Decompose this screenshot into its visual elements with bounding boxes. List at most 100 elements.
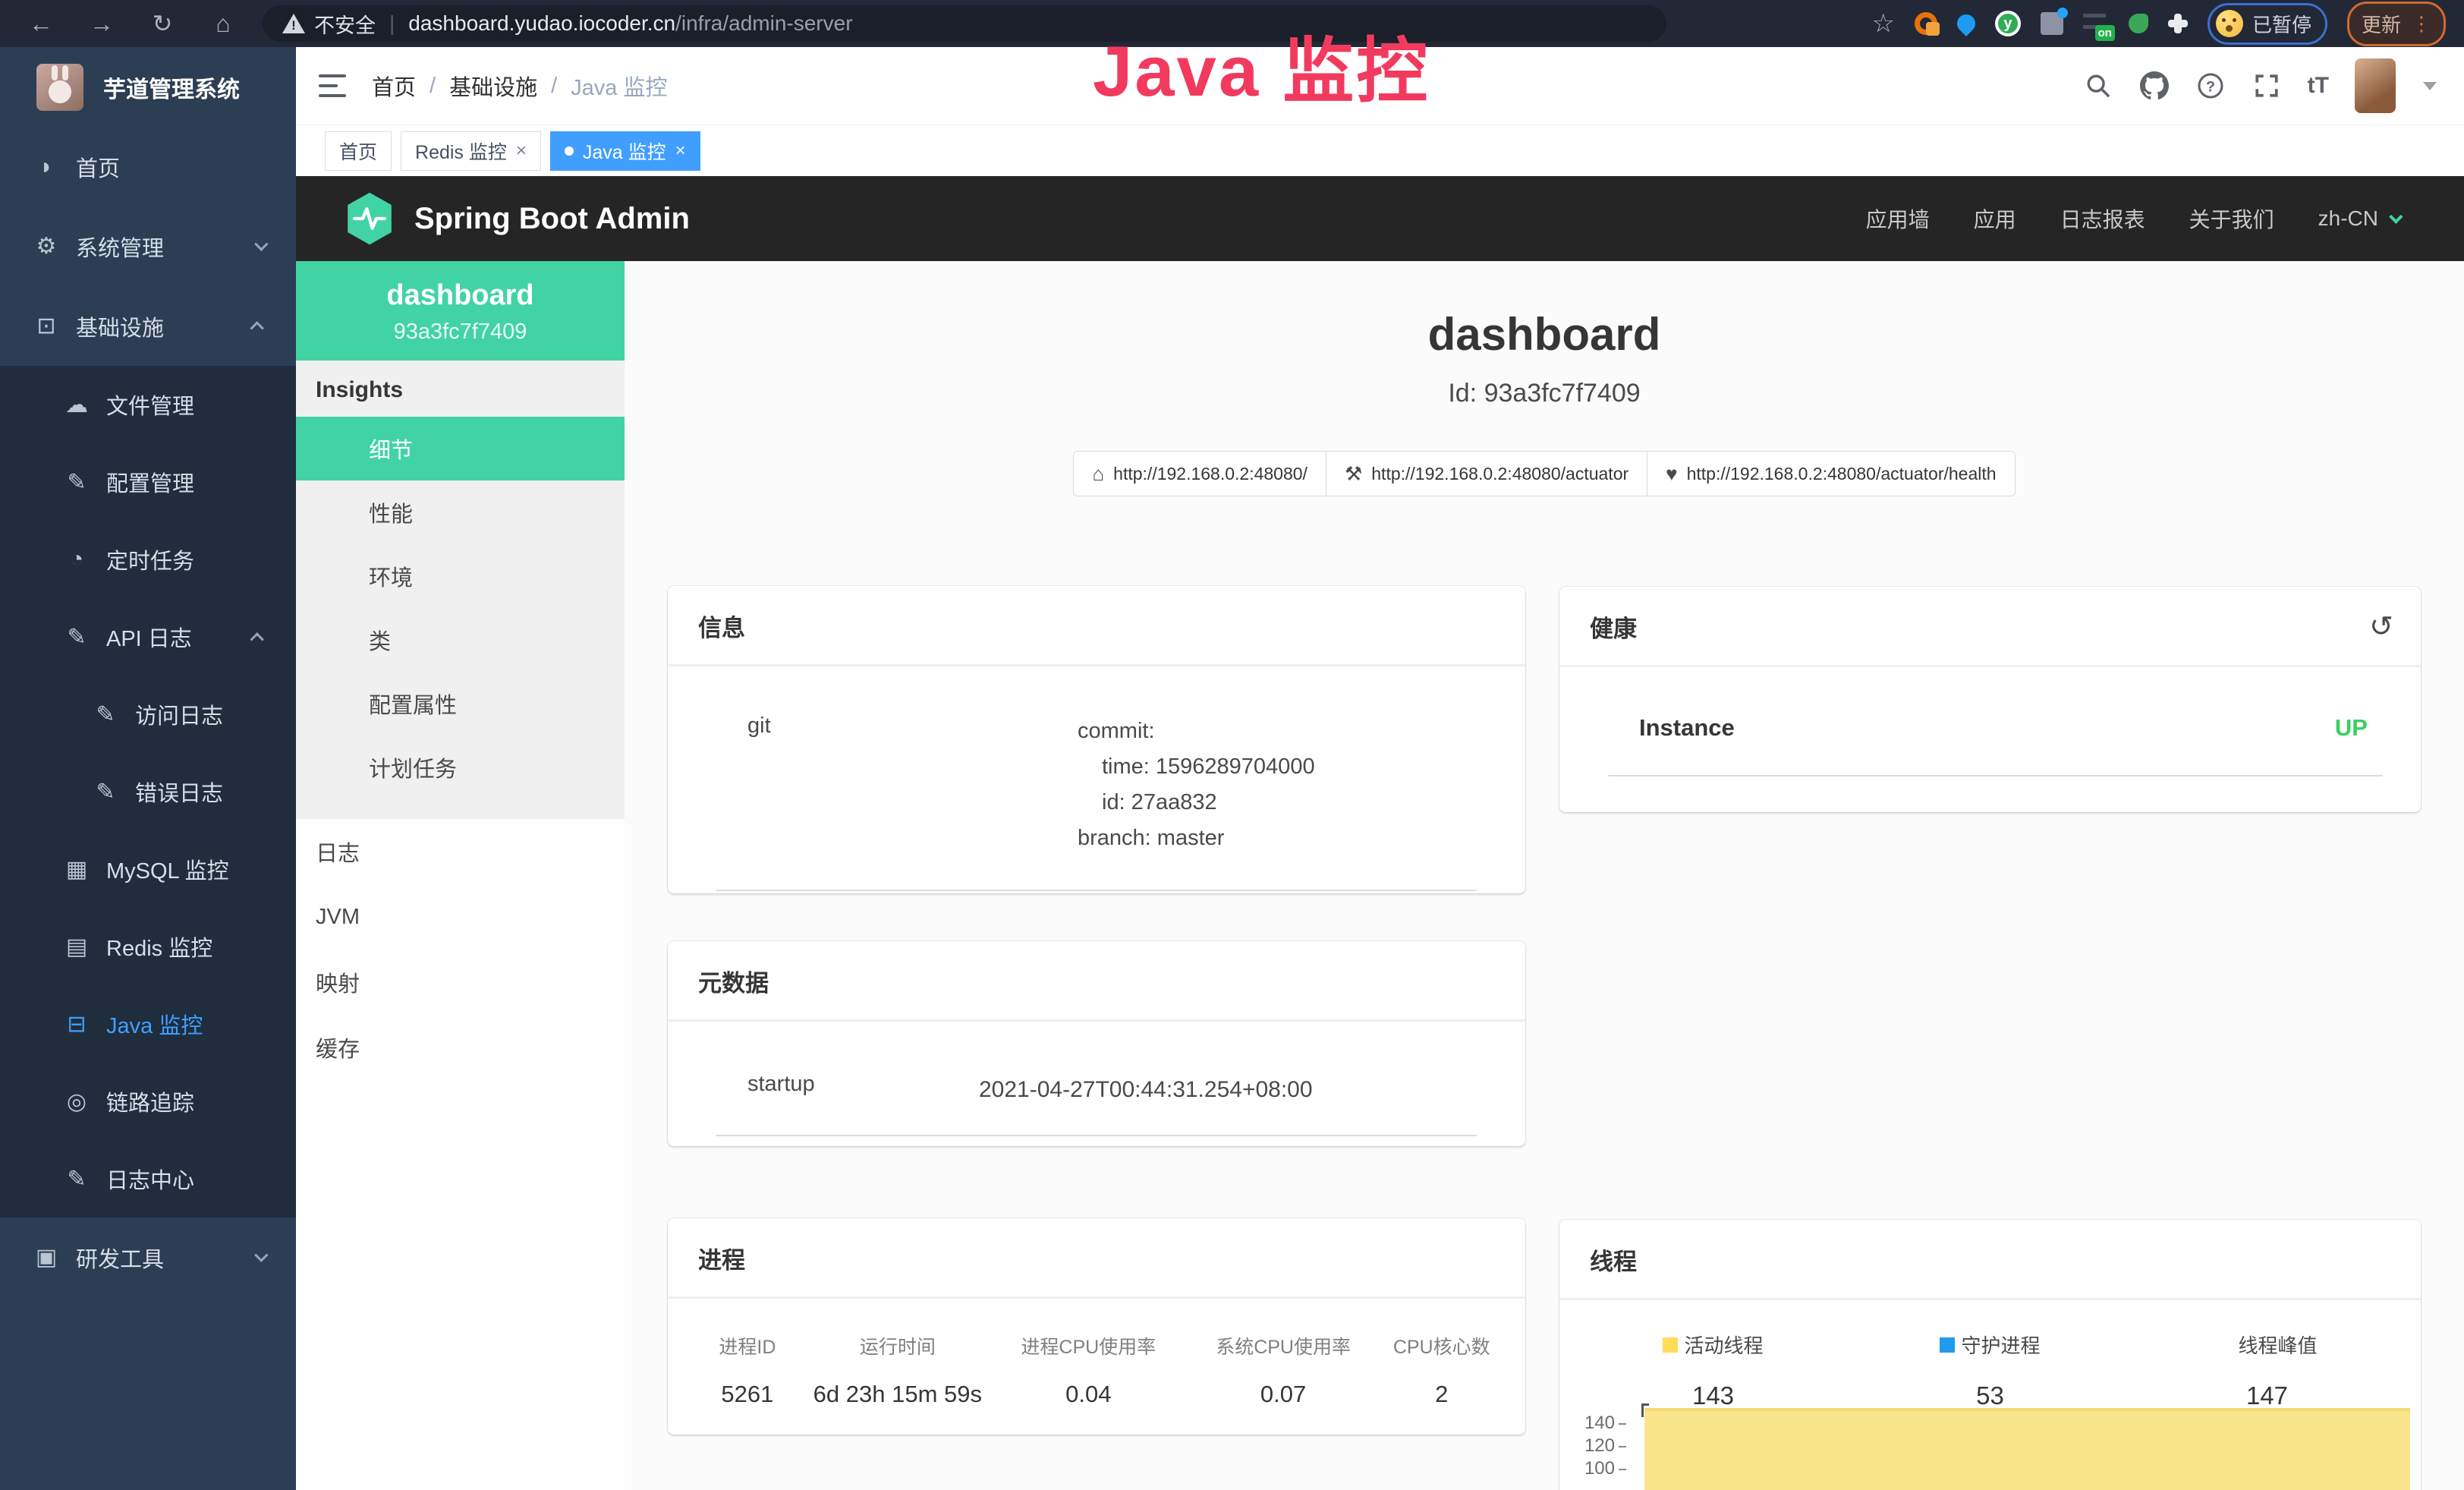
sba-menu-caches[interactable]: 缓存 — [296, 1015, 625, 1080]
threads-chart: 140 120 100 — [1559, 1402, 2421, 1490]
column-header: CPU核心数 — [1380, 1332, 1503, 1359]
browser-forward-icon[interactable]: → — [82, 10, 121, 38]
legend-label: 活动线程 — [1684, 1331, 1763, 1359]
extension-grid-icon[interactable] — [2041, 12, 2063, 35]
actuator-url: http://192.168.0.2:48080/actuator — [1371, 464, 1629, 484]
extension-orange-icon[interactable] — [1915, 12, 1937, 35]
sidebar-item-infrastructure[interactable]: ⊡ 基础设施 — [0, 286, 296, 366]
close-icon[interactable]: × — [675, 140, 686, 162]
sidebar-item-java-monitor[interactable]: ⊟ Java 监控 — [0, 985, 296, 1063]
user-avatar[interactable] — [2355, 58, 2396, 113]
process-uptime: 6d 23h 15m 59s — [804, 1381, 991, 1408]
extension-pin-icon[interactable] — [1953, 11, 1979, 36]
user-menu-caret-icon[interactable] — [2423, 82, 2437, 90]
sba-menu-classes[interactable]: 类 — [296, 608, 625, 672]
browser-extensions-area: ☆ y on 已暂停 更新 ⋮ — [1871, 2, 2464, 46]
health-card: 健康 ↺ Instance UP — [1559, 587, 2421, 812]
help-icon[interactable]: ? — [2195, 71, 2226, 101]
sidebar-item-label: 访问日志 — [135, 698, 223, 730]
instance-header[interactable]: dashboard 93a3fc7f7409 — [296, 261, 625, 361]
tab-redis-monitor[interactable]: Redis 监控 × — [401, 131, 541, 171]
sidebar-item-config-mgmt[interactable]: ✎ 配置管理 — [0, 443, 296, 521]
actuator-url-button[interactable]: ⚒ http://192.168.0.2:48080/actuator — [1326, 451, 1647, 496]
github-icon[interactable] — [2139, 71, 2170, 101]
sba-nav-about[interactable]: 关于我们 — [2189, 203, 2274, 234]
threads-card: 线程 活动线程 143 守护进程 53 线程峰值 147 140 120 — [1559, 1220, 2421, 1490]
threads-card-header: 线程 — [1559, 1220, 2421, 1300]
extension-leaf-icon[interactable] — [2129, 14, 2148, 33]
service-url-button[interactable]: ⌂ http://192.168.0.2:48080/ — [1073, 451, 1326, 496]
sba-nav-wallboard[interactable]: 应用墙 — [1866, 203, 1930, 234]
sba-menu-mappings[interactable]: 映射 — [296, 950, 625, 1015]
sba-menu-details[interactable]: 细节 — [296, 417, 625, 480]
address-separator: | — [389, 11, 395, 36]
sba-brand[interactable]: Spring Boot Admin — [345, 191, 690, 246]
sba-menu-config-props[interactable]: 配置属性 — [296, 672, 625, 736]
tags-view-bar: 首页 Redis 监控 × Java 监控 × — [296, 125, 2464, 176]
extensions-puzzle-icon[interactable] — [2168, 14, 2188, 33]
sba-menu-scheduled-tasks[interactable]: 计划任务 — [296, 736, 625, 799]
search-icon[interactable] — [2083, 71, 2113, 101]
health-url-button[interactable]: ♥ http://192.168.0.2:48080/actuator/heal… — [1647, 451, 2015, 496]
insights-section-title: Insights — [296, 361, 625, 417]
log-edit-icon: ✎ — [88, 779, 123, 805]
app-logo-row[interactable]: 芋道管理系统 — [0, 47, 296, 127]
sba-locale-select[interactable]: zh-CN — [2318, 206, 2399, 231]
instance-hero: dashboard Id: 93a3fc7f7409 ⌂ http://192.… — [625, 261, 2464, 496]
bookmark-star-icon[interactable]: ☆ — [1871, 8, 1894, 39]
not-secure-warning-icon[interactable]: ! — [282, 14, 305, 33]
health-url: http://192.168.0.2:48080/actuator/health — [1687, 464, 1997, 484]
sidebar-item-label: 日志中心 — [106, 1163, 194, 1195]
sba-nav-applications[interactable]: 应用 — [1974, 203, 2016, 234]
font-size-icon[interactable]: tT — [2308, 73, 2329, 99]
browser-back-icon[interactable]: ← — [21, 10, 61, 38]
sidebar-item-api-logs[interactable]: ✎ API 日志 — [0, 598, 296, 676]
hamburger-icon[interactable] — [319, 74, 346, 97]
sba-instance-sidebar: dashboard 93a3fc7f7409 Insights 细节 性能 环境… — [296, 261, 625, 1490]
history-icon[interactable]: ↺ — [2369, 613, 2393, 641]
sidebar-item-log-center[interactable]: ✎ 日志中心 — [0, 1140, 296, 1218]
sidebar-item-access-logs[interactable]: ✎ 访问日志 — [0, 676, 296, 753]
breadcrumb-home[interactable]: 首页 — [372, 70, 416, 102]
sidebar-item-file-mgmt[interactable]: ☁ 文件管理 — [0, 366, 296, 443]
sidebar-item-redis-monitor[interactable]: ▤ Redis 监控 — [0, 908, 296, 985]
legend-label: 线程峰值 — [2238, 1331, 2317, 1359]
sidebar-item-system-mgmt[interactable]: ⚙ 系统管理 — [0, 206, 296, 286]
sba-nav-journal[interactable]: 日志报表 — [2060, 203, 2145, 234]
sba-menu-jvm[interactable]: JVM — [296, 884, 625, 950]
tab-home[interactable]: 首页 — [325, 131, 392, 171]
browser-reload-icon[interactable]: ↻ — [143, 9, 182, 38]
address-bar[interactable]: ! 不安全 | dashboard.yudao.iocoder.cn /infr… — [263, 5, 1666, 42]
sidebar-item-dev-tools[interactable]: ▣ 研发工具 — [0, 1218, 296, 1297]
update-label: 更新 — [2362, 10, 2401, 38]
profile-paused-badge[interactable]: 已暂停 — [2208, 3, 2327, 45]
breadcrumb-infrastructure[interactable]: 基础设施 — [449, 70, 537, 102]
sba-menu-environment[interactable]: 环境 — [296, 544, 625, 608]
extension-y-icon[interactable]: y — [1995, 11, 2021, 36]
sidebar-item-mysql-monitor[interactable]: ▦ MySQL 监控 — [0, 830, 296, 908]
metadata-card-header: 元数据 — [668, 941, 1525, 1022]
url-host: dashboard.yudao.iocoder.cn — [408, 11, 675, 36]
process-card: 进程 进程ID 运行时间 进程CPU使用率 系统CPU使用率 CPU核心数 52… — [668, 1218, 1525, 1435]
tab-java-monitor[interactable]: Java 监控 × — [550, 131, 700, 171]
sba-menu-metrics[interactable]: 性能 — [296, 480, 625, 544]
gear-icon: ⚙ — [29, 233, 64, 260]
browser-home-icon[interactable]: ⌂ — [203, 10, 243, 38]
browser-menu-icon[interactable]: ⋮ — [2412, 12, 2431, 36]
breadcrumb-current: Java 监控 — [571, 70, 667, 102]
sidebar-item-trace[interactable]: ◎ 链路追踪 — [0, 1063, 296, 1140]
cloud-upload-icon: ☁ — [59, 392, 94, 418]
sidebar-item-scheduled-tasks[interactable]: ◔ 定时任务 — [0, 521, 296, 598]
fullscreen-icon[interactable] — [2252, 71, 2282, 101]
sba-menu-logs[interactable]: 日志 — [296, 819, 625, 884]
sidebar-item-label: 首页 — [76, 151, 120, 183]
sidebar-item-error-logs[interactable]: ✎ 错误日志 — [0, 753, 296, 830]
service-url: http://192.168.0.2:48080/ — [1113, 464, 1308, 484]
sba-logo-icon — [345, 191, 395, 246]
extension-on-icon[interactable]: on — [2083, 14, 2109, 33]
browser-update-button[interactable]: 更新 ⋮ — [2347, 2, 2446, 46]
sidebar-item-label: 文件管理 — [106, 389, 194, 421]
close-icon[interactable]: × — [516, 140, 527, 162]
health-card-title: 健康 — [1590, 610, 1637, 644]
sidebar-item-home[interactable]: ◗ 首页 — [0, 127, 296, 206]
